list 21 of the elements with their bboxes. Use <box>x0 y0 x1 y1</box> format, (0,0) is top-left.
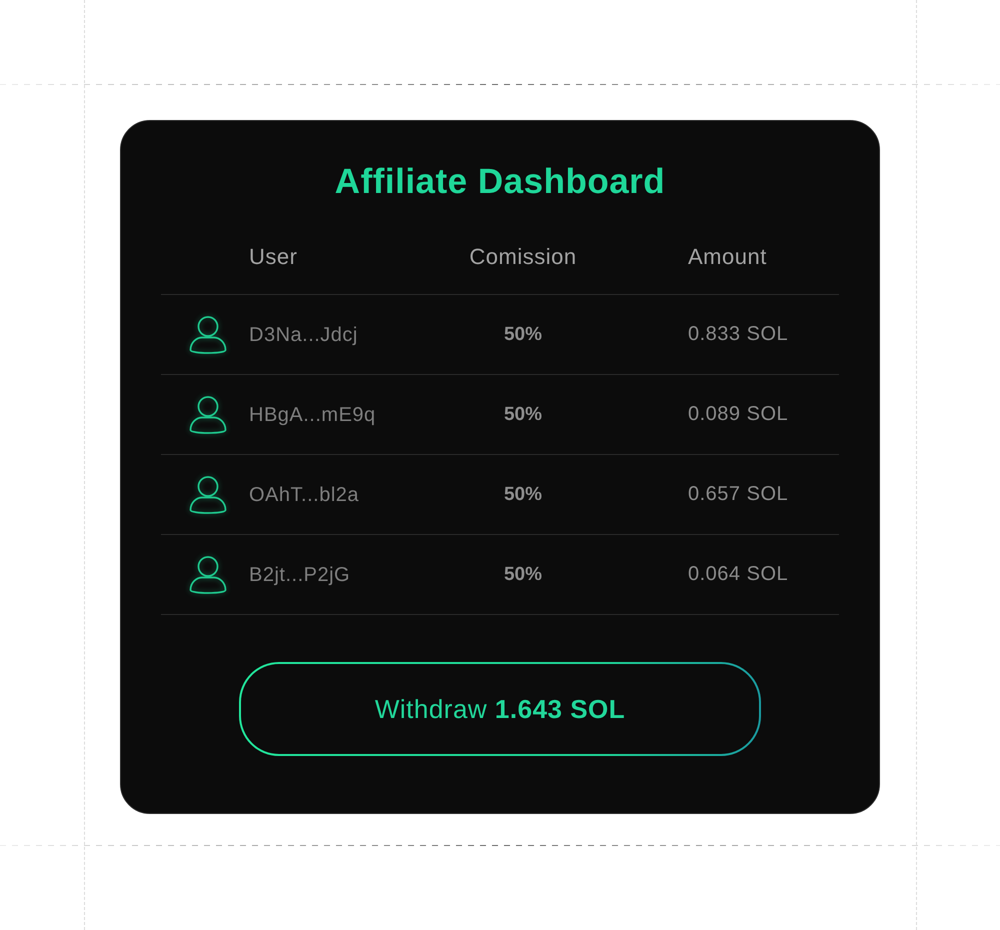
commission-value: 50% <box>504 402 542 426</box>
user-icon <box>189 394 227 434</box>
user-address: OAhT...bl2a <box>249 482 360 506</box>
amount-value: 0.064 SOL <box>688 562 788 584</box>
user-icon <box>189 314 227 354</box>
user-address: D3Na...Jdcj <box>249 322 358 346</box>
user-address: HBgA...mE9q <box>249 402 376 426</box>
commission-value: 50% <box>504 482 542 506</box>
withdraw-button[interactable]: Withdraw 1.643 SOL <box>239 662 761 756</box>
amount-value: 0.089 SOL <box>688 402 788 424</box>
column-header: Comission <box>469 243 577 271</box>
user-icon <box>189 554 227 594</box>
amount-value: 0.833 SOL <box>688 322 788 344</box>
commission-value: 50% <box>504 562 542 586</box>
user-icon <box>189 474 227 514</box>
commission-value: 50% <box>504 322 542 346</box>
column-header: User <box>249 244 298 269</box>
amount-value: 0.657 SOL <box>688 482 788 504</box>
column-header: Amount <box>688 244 767 269</box>
page-title: Affiliate Dashboard <box>334 161 666 203</box>
user-address: B2jt...P2jG <box>249 562 350 586</box>
